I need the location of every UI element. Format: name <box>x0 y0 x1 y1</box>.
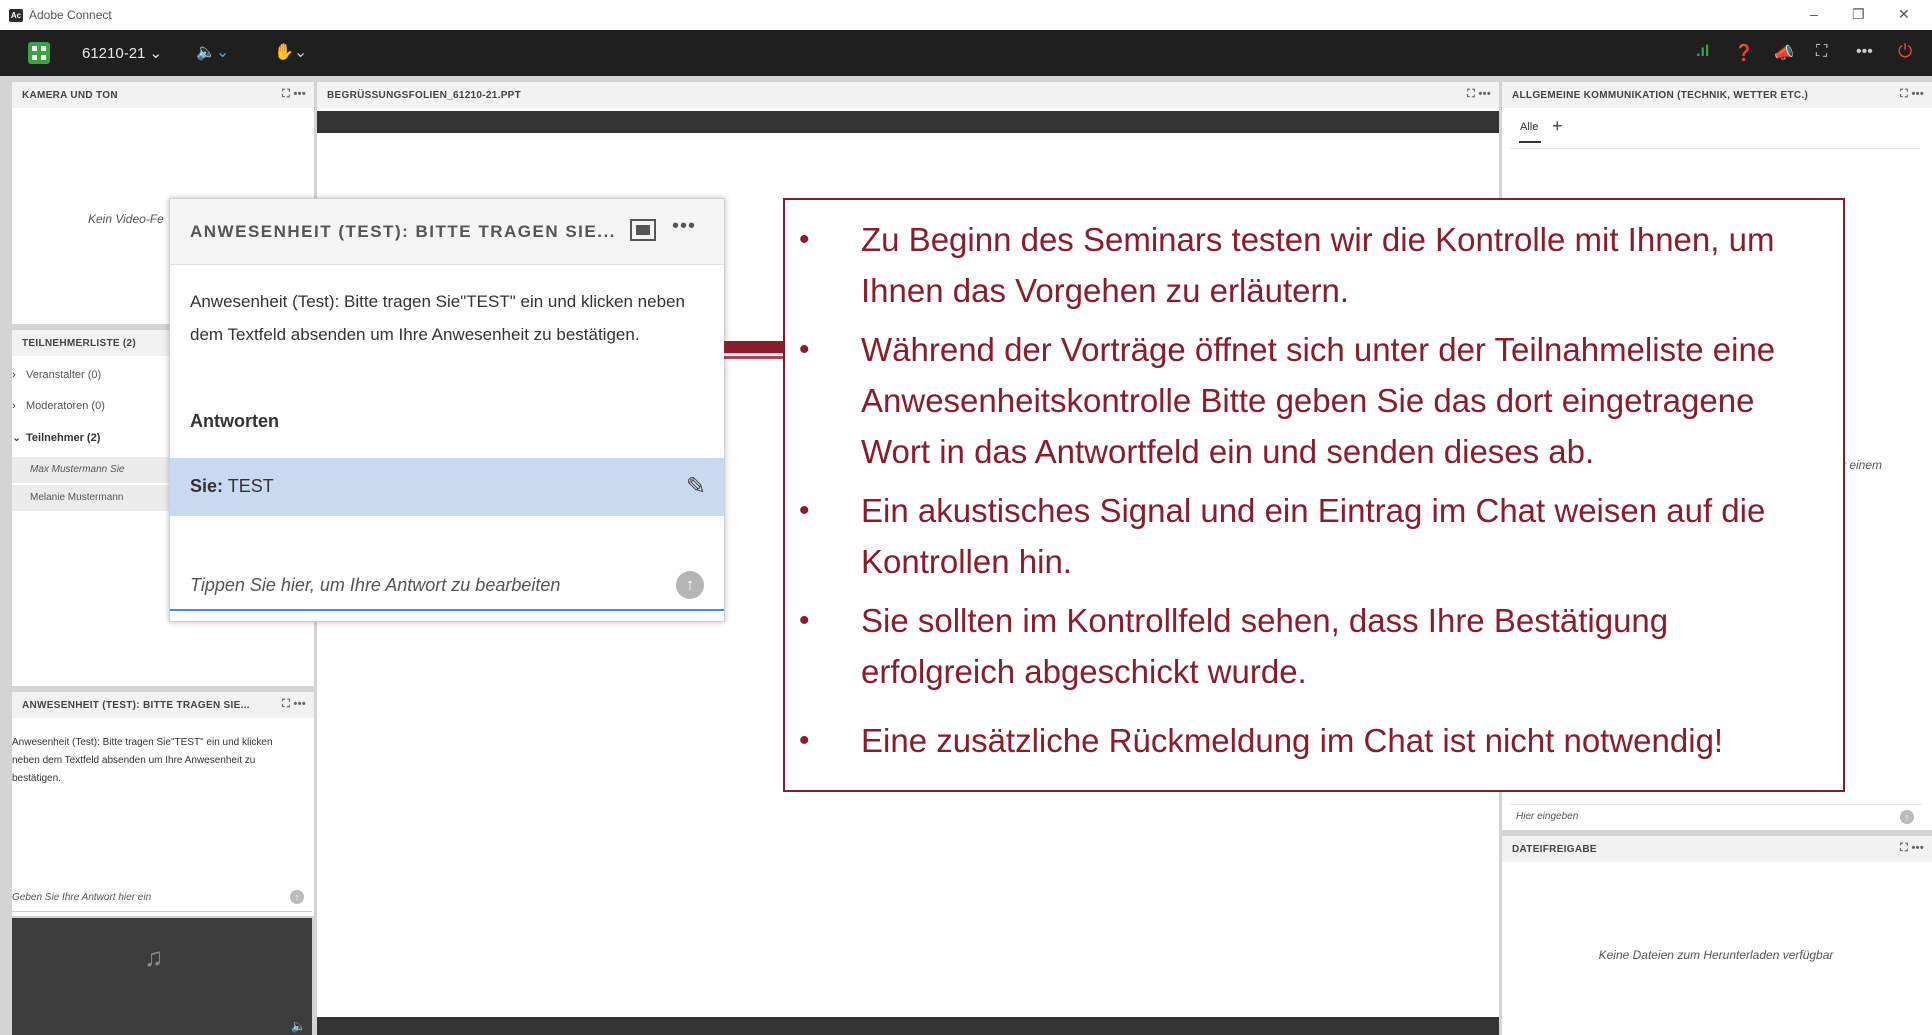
pod-title: KAMERA UND TON <box>22 90 118 101</box>
chat-pod-header: ALLGEMEINE KOMMUNIKATION (TECHNIK, WETTE… <box>1502 82 1932 108</box>
more-icon[interactable]: ••• <box>1912 88 1924 100</box>
meeting-toolbar: 61210-21 ⌄ 🔈⌄ ✋⌄ .ıl ❓ 📣 ⛶ ••• ⏻ <box>0 30 1932 76</box>
connection-signal-icon[interactable]: .ıl <box>1696 43 1709 61</box>
pod-title: ANWESENHEIT (TEST): BITTE TRAGEN SIE... <box>22 700 250 711</box>
room-menu[interactable]: 61210-21 ⌄ <box>82 44 162 62</box>
answer-value: TEST <box>227 476 274 496</box>
layouts-icon[interactable] <box>28 42 50 64</box>
zoom-question: Anwesenheit (Test): Bitte tragen Sie"TES… <box>190 292 685 344</box>
attendance-pod-header: ANWESENHEIT (TEST): BITTE TRAGEN SIE... … <box>12 692 314 718</box>
send-icon[interactable]: ↑ <box>290 890 304 904</box>
fullscreen-icon[interactable]: ⛶ <box>1816 43 1827 61</box>
window-title: Adobe Connect <box>29 8 112 22</box>
slide-top-bar <box>317 111 1499 133</box>
chat-divider <box>1510 148 1920 149</box>
attendance-zoom-popup: ANWESENHEIT (TEST): BITTE TRAGEN SIE... … <box>169 198 725 622</box>
send-icon[interactable]: ↑ <box>676 571 704 599</box>
notifications-icon[interactable]: 📣 <box>1774 43 1794 63</box>
attendance-pod: ANWESENHEIT (TEST): BITTE TRAGEN SIE... … <box>12 692 314 916</box>
zoom-answer-input[interactable]: Tippen Sie hier, um Ihre Antwort zu bear… <box>170 561 724 611</box>
chevron-down-icon: ⌄ <box>12 432 22 444</box>
minimize-icon[interactable]: – <box>1810 6 1818 22</box>
end-session-icon[interactable]: ⏻ <box>1898 41 1912 62</box>
attendee-row[interactable]: Melanie Mustermann <box>30 492 123 503</box>
music-player: ♫ 🔈 <box>12 918 312 1035</box>
maximize-icon[interactable]: ⛶ <box>282 698 290 710</box>
chat-tab-underline <box>1519 141 1541 143</box>
instruction-bullet: Eine zusätzliche Rückmeldung im Chat ist… <box>785 715 1845 766</box>
pod-controls[interactable]: ⛶ ••• <box>282 698 306 711</box>
zoom-title: ANWESENHEIT (TEST): BITTE TRAGEN SIE... <box>190 222 616 241</box>
pod-controls[interactable]: ⛶ ••• <box>282 88 306 101</box>
add-tab-icon[interactable]: + <box>1552 116 1563 137</box>
adobe-connect-app-icon: Ac <box>9 9 23 22</box>
music-note-icon: ♫ <box>144 942 164 972</box>
share-pod-header: BEGRÜSSUNGSFOLIEN_61210-21.PPT ⛶ ••• <box>317 82 1499 108</box>
more-icon[interactable]: ••• <box>294 88 306 100</box>
restore-icon[interactable]: ❐ <box>1852 6 1865 23</box>
chevron-right-icon: › <box>12 369 16 381</box>
pod-title: TEILNEHMERLISTE (2) <box>22 338 137 349</box>
group-hosts[interactable]: › Veranstalter (0) <box>12 369 101 381</box>
raise-hand-icon[interactable]: ✋⌄ <box>274 42 307 62</box>
group-label: Teilnehmer (2) <box>26 432 101 444</box>
pod-controls[interactable]: ⛶ ••• <box>1900 842 1924 855</box>
more-icon[interactable]: ••• <box>672 215 696 238</box>
attendance-answer-input[interactable]: Geben Sie Ihre Antwort hier ein ↑ <box>12 884 312 912</box>
slide-bottom-bar <box>317 1017 1499 1035</box>
chevron-right-icon: › <box>12 400 16 412</box>
more-icon[interactable]: ••• <box>1912 842 1924 854</box>
volume-icon[interactable]: 🔈 <box>291 1019 306 1033</box>
more-icon[interactable]: ••• <box>1479 88 1491 100</box>
speaker-icon[interactable]: 🔈⌄ <box>196 42 229 62</box>
files-pod: DATEIFREIGABE ⛶ ••• <box>1502 836 1932 1035</box>
answers-label: Antworten <box>190 411 279 431</box>
send-icon[interactable]: ↑ <box>1900 810 1914 824</box>
close-icon[interactable]: ✕ <box>1898 6 1910 23</box>
zoom-header: ANWESENHEIT (TEST): BITTE TRAGEN SIE... … <box>170 199 724 265</box>
pod-title: DATEIFREIGABE <box>1512 844 1597 855</box>
input-placeholder: Geben Sie Ihre Antwort hier ein <box>12 892 152 903</box>
maximize-icon[interactable]: ⛶ <box>1467 88 1475 100</box>
answer-row[interactable]: Sie: TEST ✎ <box>170 458 724 516</box>
input-placeholder: Hier eingeben <box>1516 811 1579 822</box>
maximize-icon[interactable]: ⛶ <box>282 88 290 100</box>
group-participants[interactable]: ⌄ Teilnehmer (2) <box>12 431 100 444</box>
pod-title: ALLGEMEINE KOMMUNIKATION (TECHNIK, WETTE… <box>1512 90 1809 101</box>
maximize-icon[interactable] <box>630 219 656 241</box>
chat-input[interactable]: Hier eingeben ↑ <box>1510 804 1922 828</box>
camera-pod-header: KAMERA UND TON ⛶ ••• <box>12 82 314 108</box>
instruction-bullet: Zu Beginn des Seminars testen wir die Ko… <box>785 214 1845 316</box>
more-options-icon[interactable]: ••• <box>1856 43 1873 61</box>
edit-pencil-icon[interactable]: ✎ <box>686 472 706 501</box>
attendance-question: Anwesenheit (Test): Bitte tragen Sie"TES… <box>12 737 273 784</box>
files-empty-text: Keine Dateien zum Herunterladen verfügba… <box>1598 948 1834 962</box>
group-label: Veranstalter (0) <box>26 369 102 381</box>
group-presenters[interactable]: › Moderatoren (0) <box>12 400 105 412</box>
answer-author: Sie: <box>190 476 224 496</box>
group-label: Moderatoren (0) <box>26 400 105 412</box>
camera-empty-text: Kein Video-Fe <box>88 212 164 226</box>
instruction-bullet: Sie sollten im Kontrollfeld sehen, dass … <box>785 595 1845 697</box>
more-icon[interactable]: ••• <box>294 698 306 710</box>
maximize-icon[interactable]: ⛶ <box>1900 842 1908 854</box>
answer-text: Sie: TEST <box>190 476 274 497</box>
instruction-callout: Zu Beginn des Seminars testen wir die Ko… <box>783 198 1845 792</box>
instruction-bullet: Ein akustisches Signal und ein Eintrag i… <box>785 485 1845 587</box>
input-placeholder: Tippen Sie hier, um Ihre Antwort zu bear… <box>190 575 561 595</box>
pod-controls[interactable]: ⛶ ••• <box>1467 88 1491 101</box>
attendee-row[interactable]: Max Mustermann Sie <box>30 464 124 475</box>
chat-message-fragment: r einem <box>1842 458 1883 472</box>
pod-title: BEGRÜSSUNGSFOLIEN_61210-21.PPT <box>327 90 522 101</box>
pod-controls[interactable]: ⛶ ••• <box>1900 88 1924 101</box>
help-icon[interactable]: ❓ <box>1734 43 1754 63</box>
window-titlebar: Ac Adobe Connect – ❐ ✕ <box>0 0 1932 30</box>
instruction-list: Zu Beginn des Seminars testen wir die Ko… <box>785 214 1845 774</box>
maximize-icon[interactable]: ⛶ <box>1900 88 1908 100</box>
instruction-bullet: Während der Vorträge öffnet sich unter d… <box>785 324 1845 477</box>
chat-tab-all[interactable]: Alle <box>1520 121 1538 133</box>
files-pod-header: DATEIFREIGABE ⛶ ••• <box>1502 836 1932 862</box>
